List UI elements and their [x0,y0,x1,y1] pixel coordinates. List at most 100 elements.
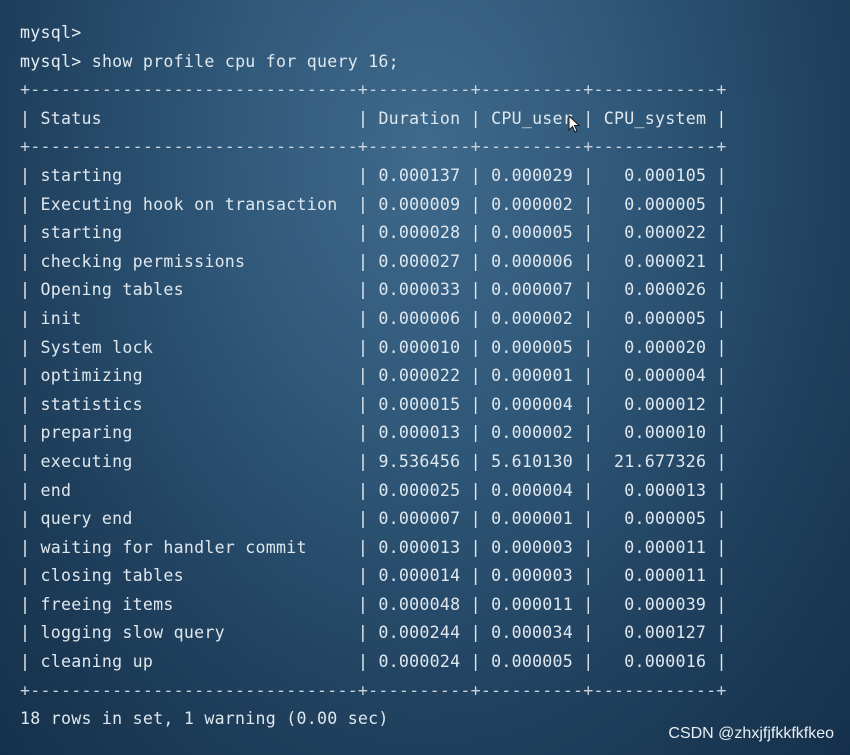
empty-prompt-line: mysql> [20,19,840,48]
cpu-system-cell: 21.677326 [614,451,707,471]
table-row: | end | 0.000025 | 0.000004 | 0.000013 | [20,480,727,500]
duration-cell: 0.000013 [378,423,461,443]
prompt: mysql> [20,23,82,42]
cpu-user-cell: 0.000001 [491,366,574,386]
cpu-system-cell: 0.000005 [624,194,707,214]
table-row: | cleaning up | 0.000024 | 0.000005 | 0.… [20,652,727,672]
status-cell: freeing items [40,594,174,614]
mouse-pointer-icon [568,115,580,133]
table-row: | optimizing | 0.000022 | 0.000001 | 0.0… [20,366,727,386]
duration-cell: 0.000024 [378,652,461,672]
table-row: | statistics | 0.000015 | 0.000004 | 0.0… [20,394,727,414]
duration-cell: 0.000013 [378,537,461,557]
table-header-row: | Status | Duration | CPU_user | CPU_sys… [20,108,727,128]
status-cell: starting [40,223,123,243]
status-cell: closing tables [40,566,184,586]
table-row: | preparing | 0.000013 | 0.000002 | 0.00… [20,423,727,443]
table-row: | System lock | 0.000010 | 0.000005 | 0.… [20,337,727,357]
header-duration: Duration [378,108,461,128]
table-row: | init | 0.000006 | 0.000002 | 0.000005 … [20,308,727,328]
status-cell: checking permissions [40,251,246,271]
cpu-system-cell: 0.000016 [624,652,707,672]
duration-cell: 0.000007 [378,509,461,529]
duration-cell: 0.000033 [378,280,461,300]
duration-cell: 0.000137 [378,165,461,185]
table-row: | starting | 0.000028 | 0.000005 | 0.000… [20,223,727,243]
cpu-user-cell: 0.000006 [491,251,574,271]
duration-cell: 0.000244 [378,623,461,643]
cpu-system-cell: 0.000005 [624,308,707,328]
status-cell: optimizing [40,366,143,386]
table-border-bottom: +--------------------------------+------… [20,680,727,700]
status-cell: cleaning up [40,652,154,672]
cpu-user-cell: 0.000004 [491,394,574,414]
status-cell: init [40,308,82,328]
cpu-system-cell: 0.000022 [624,223,707,243]
cpu-user-cell: 0.000034 [491,623,574,643]
cpu-system-cell: 0.000011 [624,566,707,586]
status-cell: logging slow query [40,623,225,643]
cpu-system-cell: 0.000105 [624,165,707,185]
terminal-window: { "terminal": { "prompt": "mysql>", "com… [0,0,850,755]
status-cell: System lock [40,337,154,357]
cpu-system-cell: 0.000020 [624,337,707,357]
cpu-system-cell: 0.000010 [624,423,707,443]
cpu-user-cell: 0.000007 [491,280,574,300]
cpu-system-cell: 0.000039 [624,594,707,614]
cpu-system-cell: 0.000127 [624,623,707,643]
command-text: show profile cpu for query 16; [91,51,399,71]
status-cell: query end [40,509,133,529]
status-cell: statistics [40,394,143,414]
status-cell: waiting for handler commit [40,537,307,557]
table-body: | starting | 0.000137 | 0.000029 | 0.000… [20,162,840,677]
duration-cell: 0.000009 [378,194,461,214]
status-cell: starting [40,165,123,185]
header-cpu-system: CPU_system [603,108,707,128]
cpu-user-cell: 0.000002 [491,308,574,328]
table-row: | closing tables | 0.000014 | 0.000003 |… [20,566,727,586]
cpu-system-cell: 0.000011 [624,537,707,557]
header-cpu-user: CPU_user [491,108,574,128]
status-cell: Opening tables [40,280,184,300]
cpu-user-cell: 0.000004 [491,480,574,500]
cpu-user-cell: 0.000029 [491,165,574,185]
command-line: mysql> show profile cpu for query 16; [20,48,840,77]
duration-cell: 0.000048 [378,594,461,614]
cpu-user-cell: 0.000001 [491,509,574,529]
cpu-user-cell: 0.000002 [491,423,574,443]
cpu-system-cell: 0.000021 [624,251,707,271]
table-border-top: +--------------------------------+------… [20,80,727,100]
cpu-system-cell: 0.000012 [624,394,707,414]
cpu-system-cell: 0.000013 [624,480,707,500]
cpu-system-cell: 0.000004 [624,366,707,386]
cpu-user-cell: 0.000003 [491,566,574,586]
table-row: | Executing hook on transaction | 0.0000… [20,194,727,214]
cpu-user-cell: 0.000003 [491,537,574,557]
table-row: | checking permissions | 0.000027 | 0.00… [20,251,727,271]
table-row: | logging slow query | 0.000244 | 0.0000… [20,623,727,643]
table-row: | executing | 9.536456 | 5.610130 | 21.6… [20,451,727,471]
duration-cell: 0.000010 [378,337,461,357]
duration-cell: 0.000028 [378,223,461,243]
prompt: mysql> [20,51,82,71]
cpu-system-cell: 0.000005 [624,509,707,529]
table-row: | query end | 0.000007 | 0.000001 | 0.00… [20,509,727,529]
cpu-user-cell: 5.610130 [491,451,574,471]
table-row: | starting | 0.000137 | 0.000029 | 0.000… [20,165,727,185]
duration-cell: 0.000015 [378,394,461,414]
header-status: Status [40,108,102,128]
cpu-user-cell: 0.000005 [491,652,574,672]
watermark: CSDN @zhxjfjfkkfkfkeo [668,725,834,742]
duration-cell: 0.000006 [378,308,461,328]
status-cell: executing [40,451,133,471]
cpu-user-cell: 0.000005 [491,223,574,243]
status-cell: preparing [40,423,133,443]
table-row: | Opening tables | 0.000033 | 0.000007 |… [20,280,727,300]
cpu-user-cell: 0.000011 [491,594,574,614]
duration-cell: 0.000025 [378,480,461,500]
duration-cell: 9.536456 [378,451,461,471]
duration-cell: 0.000014 [378,566,461,586]
cpu-user-cell: 0.000002 [491,194,574,214]
status-cell: end [40,480,72,500]
cpu-system-cell: 0.000026 [624,280,707,300]
